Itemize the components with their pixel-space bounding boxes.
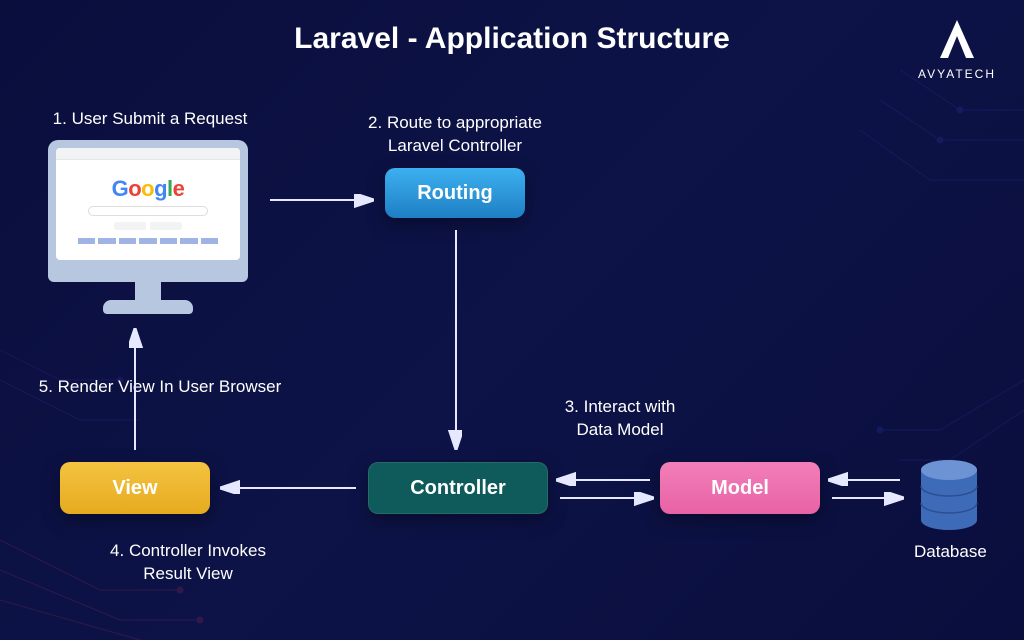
flow-arrows bbox=[0, 0, 1024, 640]
